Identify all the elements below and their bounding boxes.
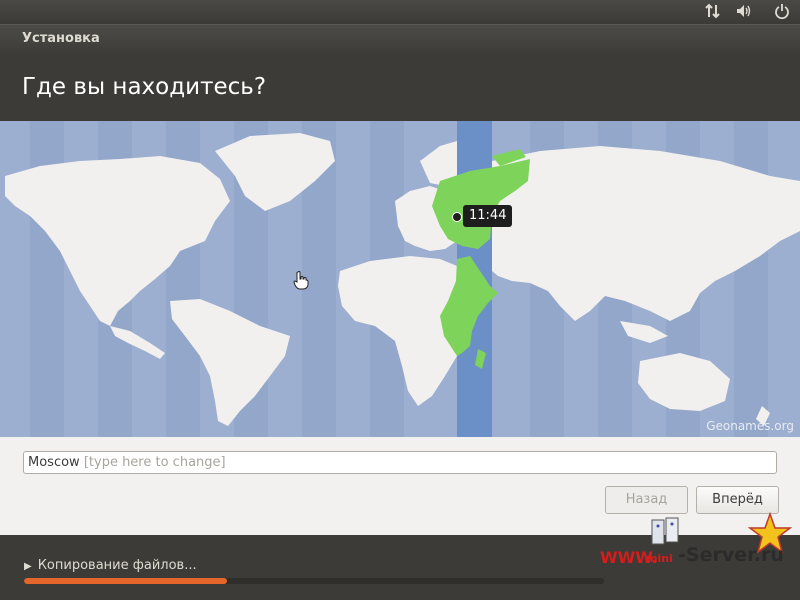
- page-title: Где вы находитесь?: [22, 74, 267, 100]
- window-titlebar[interactable]: Установка: [0, 24, 800, 55]
- world-map-graphic: [5, 121, 800, 437]
- pointer-hand-icon: [292, 270, 310, 290]
- window-title: Установка: [22, 31, 100, 46]
- selected-city-marker: [452, 212, 462, 222]
- location-input[interactable]: Moscow [type here to change]: [23, 451, 777, 474]
- progress-label: Копирование файлов...: [37, 558, 197, 573]
- power-icon[interactable]: [772, 2, 792, 22]
- top-panel: [0, 0, 800, 24]
- city-time-tooltip: 11:44: [463, 205, 513, 227]
- next-button[interactable]: Вперёд: [696, 486, 779, 514]
- progress-fill: [24, 578, 227, 584]
- timezone-map[interactable]: 11:44 Geonames.org: [0, 121, 800, 437]
- progress-expander[interactable]: ▶ Копирование файлов...: [24, 558, 197, 573]
- watermark-server: -Server.ru: [678, 544, 784, 566]
- map-credit: Geonames.org: [706, 419, 794, 433]
- progress-track: [24, 578, 604, 584]
- back-button[interactable]: Назад: [605, 486, 688, 514]
- volume-icon[interactable]: [734, 2, 754, 22]
- content-area: 11:44 Geonames.org Moscow [type here to …: [0, 121, 800, 535]
- expander-arrow-icon: ▶: [24, 561, 32, 572]
- location-value: Moscow: [28, 455, 80, 470]
- location-hint: [type here to change]: [83, 455, 226, 470]
- network-icon[interactable]: [703, 2, 723, 22]
- site-watermark-logo: WWW. mini -Server.ru: [596, 512, 796, 574]
- watermark-mini: mini: [646, 552, 673, 565]
